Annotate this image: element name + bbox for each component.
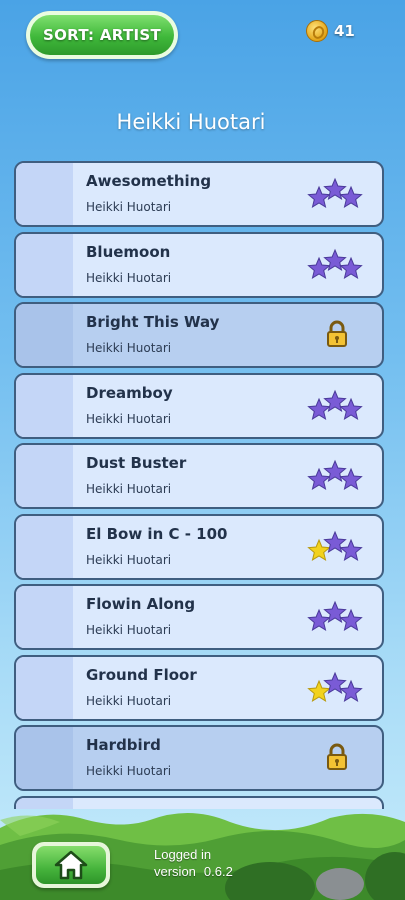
home-button[interactable] — [32, 842, 110, 888]
purple-star-icon — [339, 608, 363, 631]
star-rating — [307, 600, 363, 631]
song-title: Awesomething — [86, 172, 212, 190]
star-rating — [307, 530, 363, 561]
song-artist: Heikki Huotari — [86, 764, 172, 778]
purple-star-icon — [307, 256, 331, 279]
purple-star-icon — [339, 679, 363, 702]
song-list[interactable]: Awesomething Heikki Huotari Bluemoon Heikki… — [14, 161, 384, 809]
song-thumbnail — [16, 163, 73, 225]
song-row[interactable]: Flowin Along Heikki Huotari — [14, 584, 384, 650]
song-row[interactable]: Bluemoon Heikki Huotari — [14, 231, 384, 298]
song-thumbnail — [16, 656, 73, 719]
song-title: Hardbird — [86, 736, 161, 754]
song-artist: Heikki Huotari — [86, 270, 172, 285]
coin-count: 41 — [334, 22, 355, 40]
version-label: version — [154, 864, 196, 879]
song-thumbnail — [16, 374, 73, 437]
song-title: Bright This Way — [86, 313, 220, 331]
coin-counter: 41 — [306, 19, 355, 43]
version-number: 0.6.2 — [203, 864, 233, 879]
purple-star-icon — [339, 467, 363, 490]
star-rating — [307, 389, 363, 420]
song-title: El Bow in C - 100 — [86, 524, 228, 543]
star-rating — [307, 248, 363, 279]
purple-star-icon — [307, 467, 331, 490]
song-row[interactable]: Hardbird Heikki Huotari — [14, 725, 384, 791]
purple-star-icon — [307, 397, 331, 420]
login-status: Logged in version 0.6.2 — [154, 846, 233, 880]
purple-star-icon — [339, 538, 363, 561]
song-thumbnail — [16, 304, 73, 366]
song-row[interactable]: Awesomething Heikki Huotari — [14, 161, 384, 227]
gold-star-icon — [307, 538, 331, 561]
star-rating — [307, 177, 363, 208]
page-title: Heikki Huotari — [116, 110, 266, 134]
purple-star-icon — [339, 397, 363, 420]
song-title: Ground Floor — [86, 665, 197, 684]
purple-star-icon — [307, 185, 331, 208]
song-title: Dreamboy — [86, 383, 173, 402]
song-thumbnail — [16, 445, 73, 507]
song-row[interactable]: El Bow in C - 100 Heikki Huotari — [14, 513, 384, 580]
song-row[interactable]: Dust Buster Heikki Huotari — [14, 443, 384, 509]
song-title: Bluemoon — [86, 242, 171, 261]
sort-button[interactable]: SORT: ARTIST — [26, 11, 178, 59]
purple-star-icon — [307, 608, 331, 631]
song-artist: Heikki Huotari — [86, 200, 172, 214]
home-icon — [54, 850, 88, 880]
song-row[interactable]: Bright This Way Heikki Huotari — [14, 302, 384, 368]
song-thumbnail — [16, 515, 73, 578]
lock-icon — [327, 320, 347, 347]
gold-star-icon — [307, 679, 331, 702]
purple-star-icon — [339, 185, 363, 208]
star-rating — [307, 459, 363, 490]
coin-icon — [306, 20, 328, 42]
song-row[interactable]: Ground Floor Heikki Huotari — [14, 654, 384, 721]
sort-button-label: SORT: ARTIST — [30, 15, 174, 55]
song-title: Flowin Along — [86, 595, 196, 613]
song-artist: Heikki Huotari — [86, 552, 172, 567]
song-artist: Heikki Huotari — [86, 623, 172, 637]
lock-icon — [327, 743, 347, 770]
purple-star-icon — [339, 256, 363, 279]
song-row[interactable]: Dreamboy Heikki Huotari — [14, 372, 384, 439]
star-rating — [307, 671, 363, 702]
song-artist: Heikki Huotari — [86, 693, 172, 708]
song-title: Dust Buster — [86, 454, 187, 472]
song-thumbnail — [16, 233, 73, 296]
song-artist: Heikki Huotari — [86, 482, 172, 496]
song-artist: Heikki Huotari — [86, 411, 172, 426]
song-artist: Heikki Huotari — [86, 341, 172, 355]
song-thumbnail — [16, 586, 73, 648]
logged-in-text: Logged in — [154, 847, 212, 862]
song-thumbnail — [16, 727, 73, 789]
